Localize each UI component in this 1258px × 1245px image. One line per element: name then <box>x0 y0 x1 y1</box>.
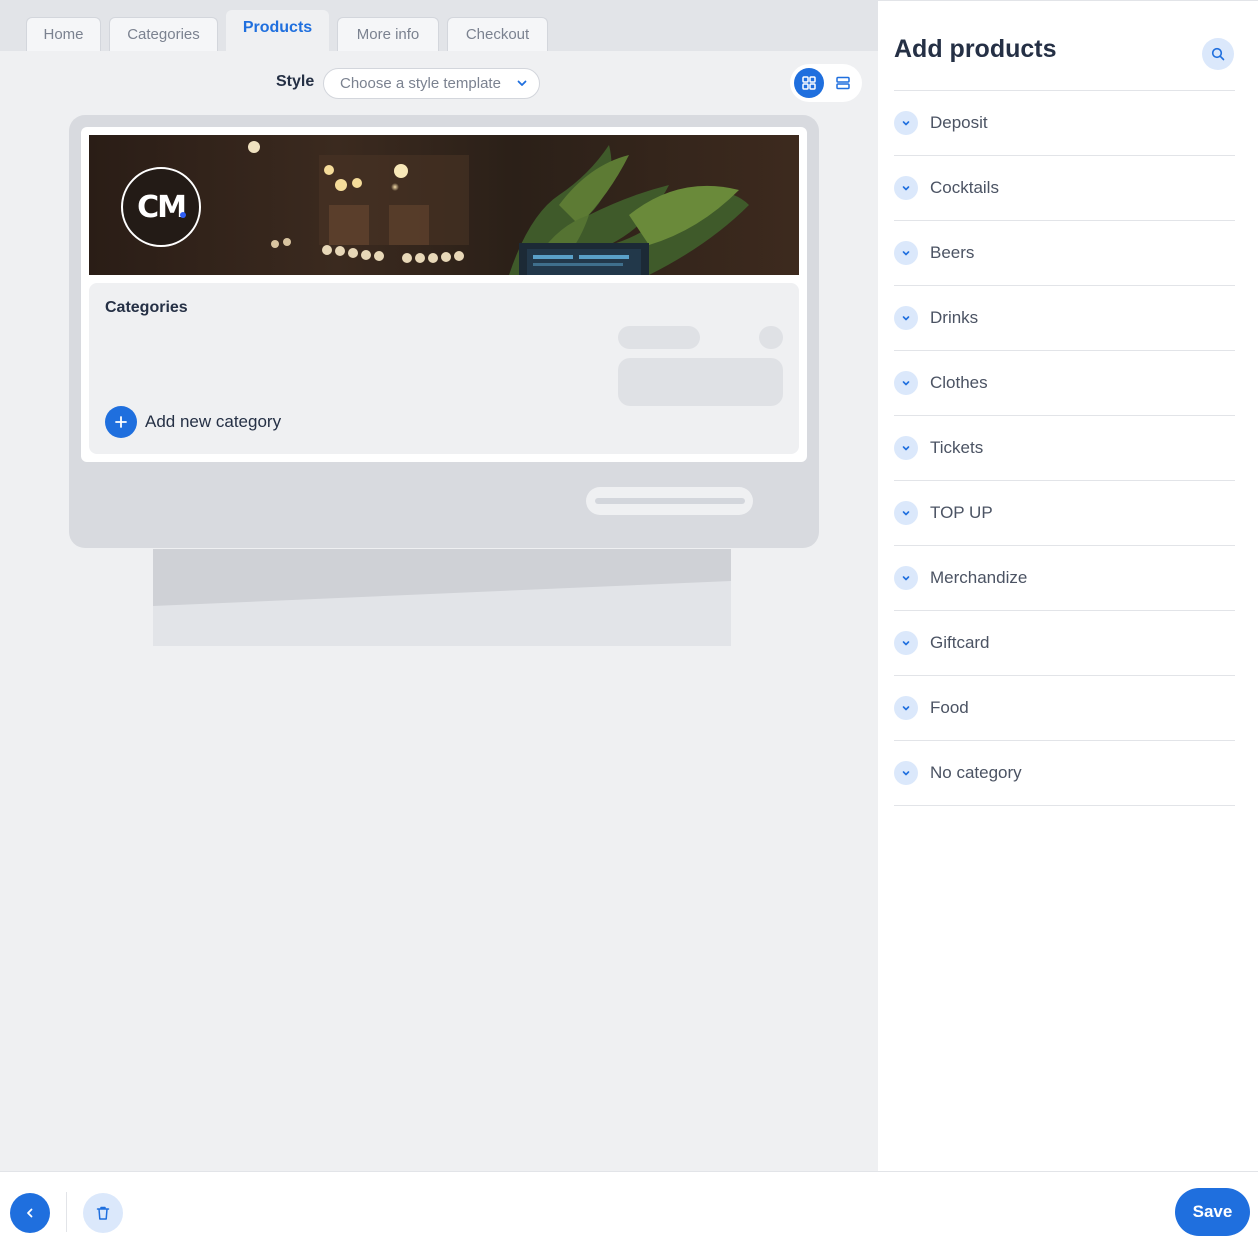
chevron-down-icon <box>894 371 918 395</box>
category-label: TOP UP <box>930 503 993 522</box>
chevron-left-icon <box>27 1208 33 1218</box>
category-accordion-item[interactable]: Merchandize <box>894 546 1235 611</box>
category-accordion-item[interactable]: Food <box>894 676 1235 741</box>
category-accordion-item[interactable]: Giftcard <box>894 611 1235 676</box>
scrollbar-track <box>595 498 745 504</box>
category-accordion-item[interactable]: Cocktails <box>894 156 1235 221</box>
grid-view-icon <box>802 76 816 90</box>
footer-divider <box>66 1192 67 1232</box>
editor-workspace: Home Categories Products More info Check… <box>0 0 878 1171</box>
category-accordion-item[interactable]: Drinks <box>894 286 1235 351</box>
chevron-down-icon <box>894 306 918 330</box>
chevron-down-icon <box>517 80 527 86</box>
add-products-panel: Add products Deposit Cocktails Beers Drinks… <box>878 0 1258 1171</box>
view-toggle <box>790 64 862 102</box>
chevron-down-icon <box>894 501 918 525</box>
category-accordion-item[interactable]: Tickets <box>894 416 1235 481</box>
search-icon <box>1211 47 1225 61</box>
chevron-down-icon <box>894 436 918 460</box>
chevron-down-icon <box>894 241 918 265</box>
placeholder-card <box>618 358 783 406</box>
kiosk-stand <box>153 549 731 646</box>
style-template-placeholder: Choose a style template <box>340 75 501 92</box>
tab-checkout[interactable]: Checkout <box>447 17 548 51</box>
chevron-down-icon <box>894 761 918 785</box>
kiosk-screen: CM Categories Add new category <box>81 127 807 462</box>
style-template-select[interactable]: Choose a style template <box>323 68 540 99</box>
list-view-icon <box>836 76 850 90</box>
style-label: Style <box>276 73 315 90</box>
category-label: Food <box>930 698 969 717</box>
category-accordion-item[interactable]: Deposit <box>894 91 1235 156</box>
tab-more-info[interactable]: More info <box>337 17 439 51</box>
list-view-button[interactable] <box>828 68 858 98</box>
placeholder-pill <box>618 326 700 349</box>
tab-bar: Home Categories Products More info Check… <box>0 1 878 51</box>
header-banner-image: CM <box>89 135 799 275</box>
category-accordion-item[interactable]: Clothes <box>894 351 1235 416</box>
tab-products[interactable]: Products <box>226 10 329 51</box>
category-label: Beers <box>930 243 975 262</box>
category-accordion-item[interactable]: No category <box>894 741 1235 806</box>
save-button[interactable]: Save <box>1175 1188 1250 1236</box>
chevron-down-icon <box>894 566 918 590</box>
tab-home[interactable]: Home <box>26 17 101 51</box>
panel-title: Add products <box>894 35 1057 63</box>
back-button[interactable] <box>10 1193 50 1233</box>
category-label: Clothes <box>930 373 988 392</box>
category-label: Merchandize <box>930 568 1028 587</box>
category-label: Cocktails <box>930 178 999 197</box>
tab-categories[interactable]: Categories <box>109 17 218 51</box>
add-new-category-button[interactable]: Add new category <box>105 406 281 438</box>
chevron-down-icon <box>894 176 918 200</box>
category-accordion-item[interactable]: Beers <box>894 221 1235 286</box>
category-label: Drinks <box>930 308 979 327</box>
category-label: Tickets <box>930 438 984 457</box>
category-accordion-item[interactable]: TOP UP <box>894 481 1235 546</box>
product-category-list: Deposit Cocktails Beers Drinks Clothes Ticket… <box>894 90 1235 806</box>
kiosk-preview: CM Categories Add new category <box>69 115 819 548</box>
preview-scrollbar[interactable] <box>586 487 753 515</box>
categories-title: Categories <box>105 299 188 316</box>
delete-button[interactable] <box>83 1193 123 1233</box>
logo-text: CM <box>137 189 187 225</box>
plus-icon <box>105 406 137 438</box>
chevron-down-icon <box>894 696 918 720</box>
placeholder-dot <box>759 326 783 349</box>
logo-dot <box>180 212 186 218</box>
categories-panel: Categories Add new category <box>89 283 799 454</box>
category-label: No category <box>930 763 1022 782</box>
category-label: Giftcard <box>930 633 990 652</box>
cm-logo: CM <box>121 167 201 247</box>
search-button[interactable] <box>1202 38 1234 70</box>
chevron-down-icon <box>894 631 918 655</box>
chevron-down-icon <box>894 111 918 135</box>
grid-view-button[interactable] <box>794 68 824 98</box>
trash-icon <box>96 1206 110 1220</box>
footer-bar: Save <box>0 1171 1258 1245</box>
add-new-category-label: Add new category <box>145 412 282 431</box>
category-label: Deposit <box>930 113 988 132</box>
